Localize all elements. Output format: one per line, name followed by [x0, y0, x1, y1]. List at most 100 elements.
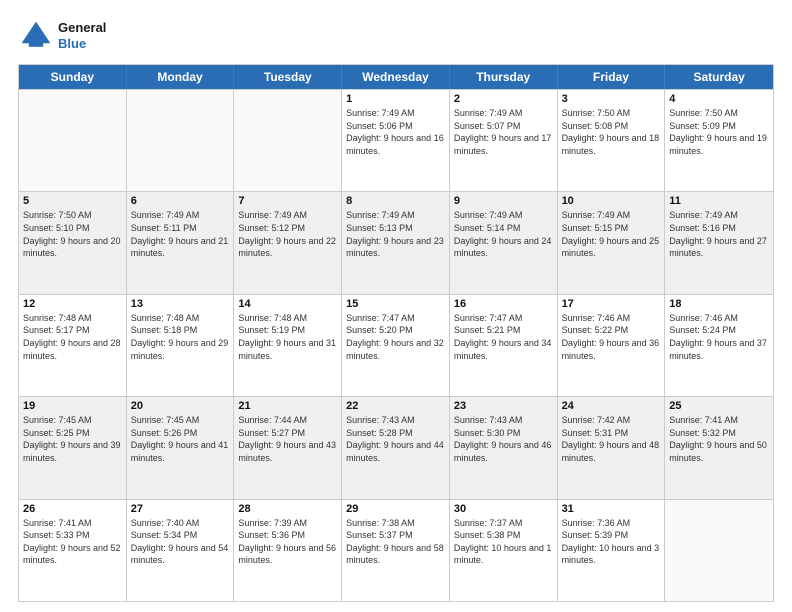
empty-cell: [234, 90, 342, 191]
logo-text: General Blue: [58, 20, 106, 51]
day-cell-30: 30 Sunrise: 7:37 AM Sunset: 5:38 PM Dayli…: [450, 500, 558, 601]
day-cell-21: 21Sunrise: 7:44 AM Sunset: 5:27 PM Dayli…: [234, 397, 342, 498]
page: General Blue SundayMondayTuesdayWednesda…: [0, 0, 792, 612]
day-info: Sunrise: 7:49 AM Sunset: 5:07 PM Dayligh…: [454, 107, 553, 157]
day-cell-13: 13 Sunrise: 7:48 AM Sunset: 5:18 PM Dayli…: [127, 295, 235, 396]
day-cell-2: 2 Sunrise: 7:49 AM Sunset: 5:07 PM Daylig…: [450, 90, 558, 191]
day-number: 19: [23, 400, 122, 412]
day-info: Sunrise: 7:45 AM Sunset: 5:26 PM Dayligh…: [131, 414, 230, 464]
day-cell-9: 9 Sunrise: 7:49 AM Sunset: 5:14 PM Daylig…: [450, 192, 558, 293]
calendar-row-0: 1 Sunrise: 7:49 AM Sunset: 5:06 PM Daylig…: [19, 89, 773, 191]
day-cell-14: 14 Sunrise: 7:48 AM Sunset: 5:19 PM Dayli…: [234, 295, 342, 396]
empty-cell: [127, 90, 235, 191]
day-info: Sunrise: 7:50 AM Sunset: 5:10 PM Dayligh…: [23, 209, 122, 259]
calendar-row-2: 12 Sunrise: 7:48 AM Sunset: 5:17 PM Dayli…: [19, 294, 773, 396]
day-number: 2: [454, 93, 553, 105]
day-info: Sunrise: 7:40 AM Sunset: 5:34 PM Dayligh…: [131, 517, 230, 567]
day-info: Sunrise: 7:37 AM Sunset: 5:38 PM Dayligh…: [454, 517, 553, 567]
calendar-row-1: 5 Sunrise: 7:50 AM Sunset: 5:10 PM Daylig…: [19, 191, 773, 293]
day-number: 14: [238, 298, 337, 310]
day-info: Sunrise: 7:38 AM Sunset: 5:37 PM Dayligh…: [346, 517, 445, 567]
calendar: SundayMondayTuesdayWednesdayThursdayFrid…: [18, 64, 774, 602]
day-cell-28: 28 Sunrise: 7:39 AM Sunset: 5:36 PM Dayli…: [234, 500, 342, 601]
weekday-header-thursday: Thursday: [450, 65, 558, 89]
day-number: 16: [454, 298, 553, 310]
day-cell-20: 20Sunrise: 7:45 AM Sunset: 5:26 PM Dayli…: [127, 397, 235, 498]
day-info: Sunrise: 7:50 AM Sunset: 5:09 PM Dayligh…: [669, 107, 769, 157]
day-info: Sunrise: 7:42 AM Sunset: 5:31 PM Dayligh…: [562, 414, 661, 464]
day-cell-29: 29 Sunrise: 7:38 AM Sunset: 5:37 PM Dayli…: [342, 500, 450, 601]
day-number: 7: [238, 195, 337, 207]
day-info: Sunrise: 7:44 AM Sunset: 5:27 PM Dayligh…: [238, 414, 337, 464]
day-info: Sunrise: 7:49 AM Sunset: 5:16 PM Dayligh…: [669, 209, 769, 259]
day-number: 12: [23, 298, 122, 310]
day-cell-16: 16 Sunrise: 7:47 AM Sunset: 5:21 PM Dayli…: [450, 295, 558, 396]
day-cell-12: 12 Sunrise: 7:48 AM Sunset: 5:17 PM Dayli…: [19, 295, 127, 396]
day-info: Sunrise: 7:49 AM Sunset: 5:06 PM Dayligh…: [346, 107, 445, 157]
day-number: 3: [562, 93, 661, 105]
day-info: Sunrise: 7:49 AM Sunset: 5:15 PM Dayligh…: [562, 209, 661, 259]
day-number: 29: [346, 503, 445, 515]
day-cell-25: 25Sunrise: 7:41 AM Sunset: 5:32 PM Dayli…: [665, 397, 773, 498]
day-info: Sunrise: 7:49 AM Sunset: 5:12 PM Dayligh…: [238, 209, 337, 259]
day-cell-24: 24 Sunrise: 7:42 AM Sunset: 5:31 PM Dayli…: [558, 397, 666, 498]
day-number: 8: [346, 195, 445, 207]
day-number: 15: [346, 298, 445, 310]
day-number: 22: [346, 400, 445, 412]
weekday-header-sunday: Sunday: [19, 65, 127, 89]
day-info: Sunrise: 7:49 AM Sunset: 5:14 PM Dayligh…: [454, 209, 553, 259]
day-cell-17: 17Sunrise: 7:46 AM Sunset: 5:22 PM Dayli…: [558, 295, 666, 396]
calendar-row-4: 26Sunrise: 7:41 AM Sunset: 5:33 PM Dayli…: [19, 499, 773, 601]
calendar-body: 1 Sunrise: 7:49 AM Sunset: 5:06 PM Daylig…: [19, 89, 773, 601]
day-info: Sunrise: 7:50 AM Sunset: 5:08 PM Dayligh…: [562, 107, 661, 157]
day-number: 5: [23, 195, 122, 207]
day-number: 24: [562, 400, 661, 412]
empty-cell: [19, 90, 127, 191]
day-number: 13: [131, 298, 230, 310]
day-cell-27: 27 Sunrise: 7:40 AM Sunset: 5:34 PM Dayli…: [127, 500, 235, 601]
day-cell-23: 23 Sunrise: 7:43 AM Sunset: 5:30 PM Dayli…: [450, 397, 558, 498]
day-number: 23: [454, 400, 553, 412]
day-number: 27: [131, 503, 230, 515]
weekday-header-wednesday: Wednesday: [342, 65, 450, 89]
day-info: Sunrise: 7:45 AM Sunset: 5:25 PM Dayligh…: [23, 414, 122, 464]
day-number: 10: [562, 195, 661, 207]
day-cell-10: 10 Sunrise: 7:49 AM Sunset: 5:15 PM Dayli…: [558, 192, 666, 293]
day-info: Sunrise: 7:39 AM Sunset: 5:36 PM Dayligh…: [238, 517, 337, 567]
day-info: Sunrise: 7:43 AM Sunset: 5:28 PM Dayligh…: [346, 414, 445, 464]
day-cell-8: 8 Sunrise: 7:49 AM Sunset: 5:13 PM Daylig…: [342, 192, 450, 293]
day-cell-18: 18Sunrise: 7:46 AM Sunset: 5:24 PM Dayli…: [665, 295, 773, 396]
day-cell-5: 5 Sunrise: 7:50 AM Sunset: 5:10 PM Daylig…: [19, 192, 127, 293]
day-info: Sunrise: 7:46 AM Sunset: 5:22 PM Dayligh…: [562, 312, 661, 362]
day-number: 1: [346, 93, 445, 105]
day-cell-1: 1 Sunrise: 7:49 AM Sunset: 5:06 PM Daylig…: [342, 90, 450, 191]
day-cell-6: 6Sunrise: 7:49 AM Sunset: 5:11 PM Daylig…: [127, 192, 235, 293]
weekday-header-friday: Friday: [558, 65, 666, 89]
weekday-header-monday: Monday: [127, 65, 235, 89]
day-cell-15: 15 Sunrise: 7:47 AM Sunset: 5:20 PM Dayli…: [342, 295, 450, 396]
day-cell-22: 22 Sunrise: 7:43 AM Sunset: 5:28 PM Dayli…: [342, 397, 450, 498]
day-number: 30: [454, 503, 553, 515]
day-info: Sunrise: 7:49 AM Sunset: 5:11 PM Dayligh…: [131, 209, 230, 259]
weekday-header-saturday: Saturday: [665, 65, 773, 89]
day-info: Sunrise: 7:48 AM Sunset: 5:17 PM Dayligh…: [23, 312, 122, 362]
logo: General Blue: [18, 18, 106, 54]
day-number: 28: [238, 503, 337, 515]
day-cell-19: 19 Sunrise: 7:45 AM Sunset: 5:25 PM Dayli…: [19, 397, 127, 498]
day-info: Sunrise: 7:43 AM Sunset: 5:30 PM Dayligh…: [454, 414, 553, 464]
day-info: Sunrise: 7:48 AM Sunset: 5:19 PM Dayligh…: [238, 312, 337, 362]
day-info: Sunrise: 7:48 AM Sunset: 5:18 PM Dayligh…: [131, 312, 230, 362]
day-number: 4: [669, 93, 769, 105]
day-cell-11: 11 Sunrise: 7:49 AM Sunset: 5:16 PM Dayli…: [665, 192, 773, 293]
day-info: Sunrise: 7:49 AM Sunset: 5:13 PM Dayligh…: [346, 209, 445, 259]
empty-cell: [665, 500, 773, 601]
weekday-header-tuesday: Tuesday: [234, 65, 342, 89]
day-number: 9: [454, 195, 553, 207]
day-cell-3: 3 Sunrise: 7:50 AM Sunset: 5:08 PM Daylig…: [558, 90, 666, 191]
day-info: Sunrise: 7:47 AM Sunset: 5:21 PM Dayligh…: [454, 312, 553, 362]
day-number: 18: [669, 298, 769, 310]
day-info: Sunrise: 7:36 AM Sunset: 5:39 PM Dayligh…: [562, 517, 661, 567]
day-info: Sunrise: 7:47 AM Sunset: 5:20 PM Dayligh…: [346, 312, 445, 362]
day-number: 11: [669, 195, 769, 207]
calendar-header: SundayMondayTuesdayWednesdayThursdayFrid…: [19, 65, 773, 89]
